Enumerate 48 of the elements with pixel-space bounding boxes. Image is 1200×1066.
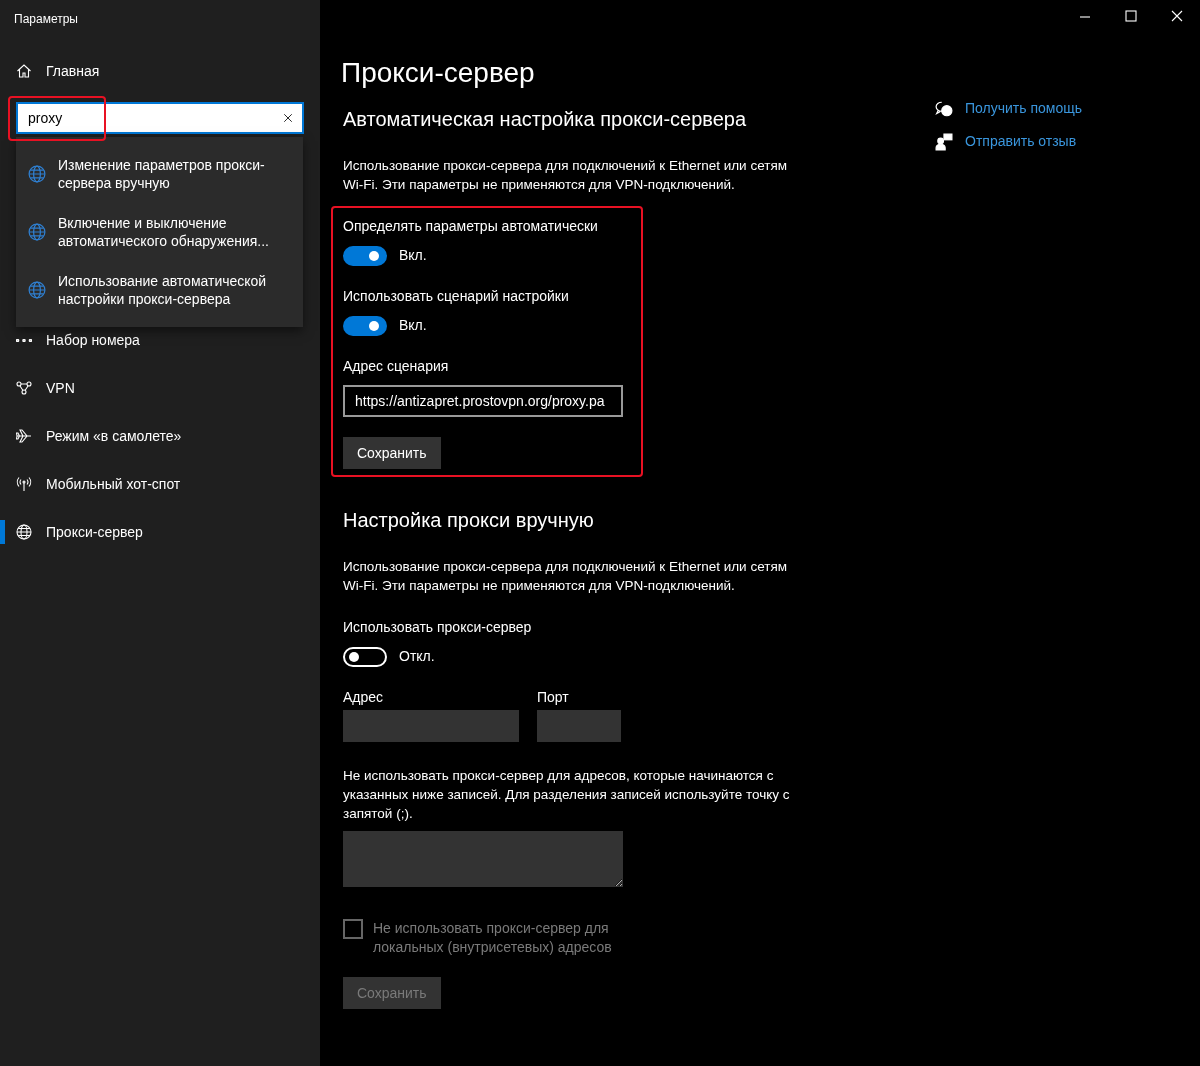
airplane-icon (16, 428, 32, 444)
globe-icon (28, 165, 46, 183)
home-icon (16, 63, 32, 79)
setting-label: Определять параметры автоматически (343, 217, 599, 236)
globe-icon (16, 524, 32, 540)
maximize-icon[interactable] (1124, 9, 1138, 23)
section-description: Использование прокси-сервера для подключений к Ethernet или сетям Wi-Fi. Эти параметры не применяются для VPN-подключений. (343, 558, 788, 595)
section-description: Использование прокси-сервера для подключений к Ethernet или сетям Wi-Fi. Эти параметры не применяются для VPN-подключений. (343, 157, 788, 194)
field-label: Адрес сценария (343, 357, 450, 376)
checkbox-label: Не использовать прокси-сервер для локальных (внутрисетевых) адресов (373, 919, 613, 957)
page-title: Прокси-сервер (341, 56, 536, 90)
toggle-switch[interactable] (343, 315, 387, 336)
sidebar-item[interactable]: VPN (0, 364, 320, 412)
globe-icon (28, 281, 46, 299)
toggle-switch[interactable] (343, 646, 387, 667)
sidebar-item[interactable]: Режим «в самолете» (0, 412, 320, 460)
feedback-person-icon (935, 132, 953, 151)
toggle-state: Откл. (399, 647, 435, 666)
suggestion-item[interactable]: Изменение параметров прокси-сервера вручную (16, 145, 303, 203)
setting-label: Использовать прокси-сервер (343, 618, 533, 637)
suggestion-item[interactable]: Использование автоматической настройки прокси-сервера (16, 261, 303, 319)
section-heading: Настройка прокси вручную (343, 508, 595, 533)
wireless-signal-icon (16, 476, 32, 492)
toggle-state: Вкл. (399, 316, 427, 335)
script-address-field[interactable]: https://antizapret.prostovpn.org/proxy.pa (343, 385, 623, 417)
field-label: Не использовать прокси-сервер для адресов, которые начинаются с указанных ниже записей. Для разделения записей используйте точку с запятой (;). (343, 767, 791, 823)
toggle-state: Вкл. (399, 246, 427, 265)
setting-label: Использовать сценарий настройки (343, 287, 570, 306)
field-label: Порт (537, 688, 570, 707)
globe-icon (28, 223, 46, 241)
field-label: Адрес (343, 688, 385, 707)
save-button[interactable]: Сохранить (343, 437, 441, 469)
close-icon[interactable] (1170, 9, 1184, 23)
sidebar-item[interactable]: Прокси-сервер (0, 508, 320, 556)
search-field[interactable]: proxy (16, 102, 304, 134)
help-chat-icon (935, 99, 953, 118)
help-link[interactable]: Получить помощь (935, 98, 1082, 119)
section-heading: Автоматическая настройка прокси-сервера (343, 107, 748, 132)
sidebar-item[interactable]: Набор номера (0, 316, 320, 364)
help-link[interactable]: Отправить отзыв (935, 131, 1082, 152)
vpn-icon (16, 380, 32, 396)
toggle-switch[interactable] (343, 245, 387, 266)
window-title: Параметры (13, 11, 79, 28)
suggestion-item[interactable]: Включение и выключение автоматического обнаружения... (16, 203, 303, 261)
home-nav-item[interactable]: Главная (0, 48, 320, 94)
dial-pad-icon (16, 338, 32, 342)
sidebar-item[interactable]: Мобильный хот-спот (0, 460, 320, 508)
clear-icon[interactable] (282, 112, 294, 124)
